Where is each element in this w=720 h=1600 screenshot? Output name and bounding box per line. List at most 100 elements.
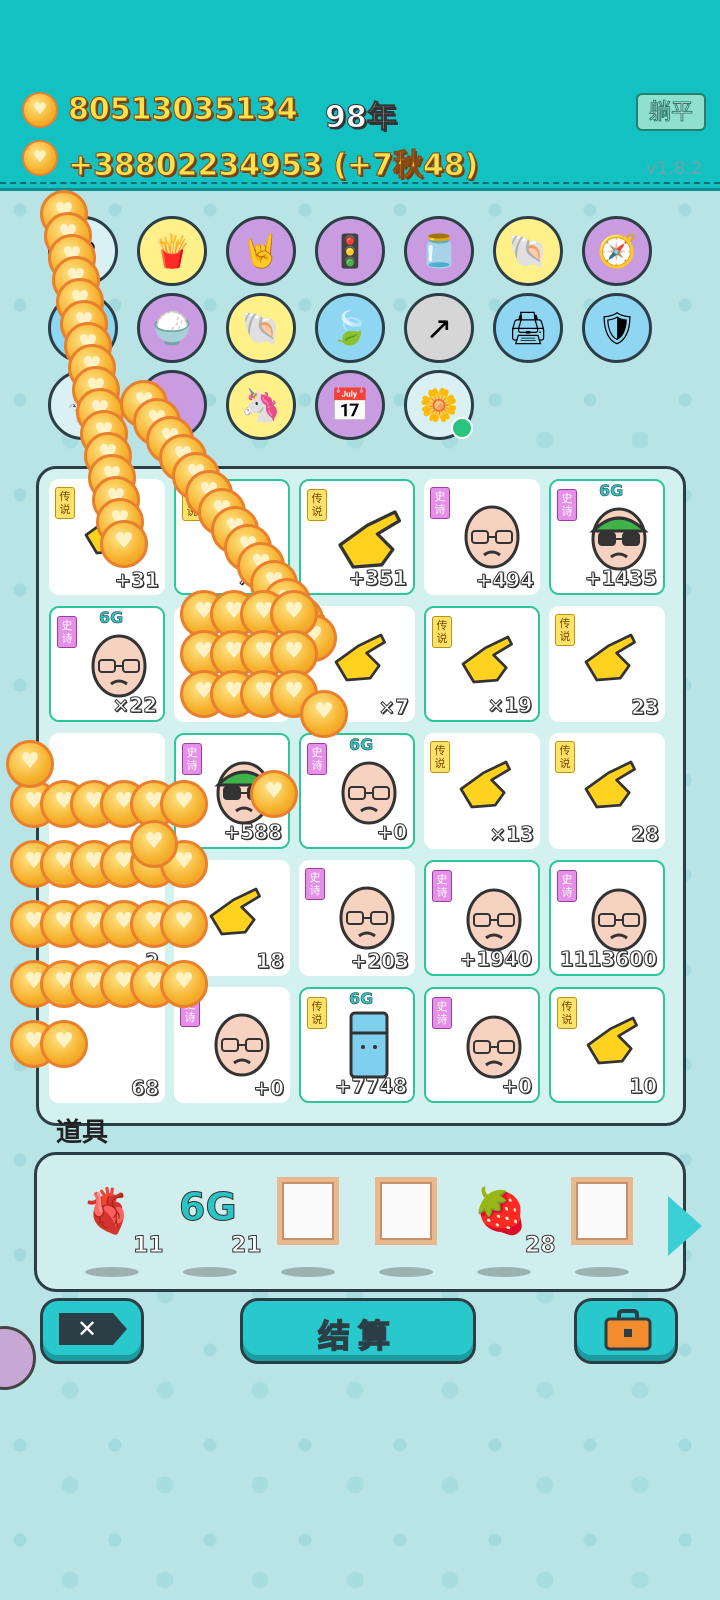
- rarity-tag: 史诗: [432, 870, 452, 902]
- cell-value: 68: [131, 1076, 160, 1101]
- item-frame[interactable]: [371, 1171, 441, 1277]
- item-shadow: [379, 1267, 433, 1277]
- upgrade-printer-icon[interactable]: 🖨: [493, 293, 563, 363]
- item-shadow: [85, 1267, 139, 1277]
- rarity-tag: 史诗: [307, 743, 327, 775]
- briefcase-icon: [604, 1309, 652, 1351]
- cell-value: 1113600: [559, 947, 657, 972]
- 6g-icon: 6G: [179, 1185, 238, 1230]
- upgrade-shell-icon[interactable]: 🐚: [226, 293, 296, 363]
- board-cell[interactable]: 史诗 6G +1435: [549, 479, 665, 595]
- rock-hand-icon: 🤘: [241, 232, 281, 270]
- upgrade-rice-bowl-icon[interactable]: 🍚: [137, 293, 207, 363]
- items-next-arrow-icon[interactable]: [668, 1196, 702, 1256]
- item-shadow: [477, 1267, 531, 1277]
- compass-icon: 🧭: [597, 232, 637, 270]
- board-cell[interactable]: 史诗 1113600: [549, 860, 665, 976]
- board-cell[interactable]: 史诗 +203: [299, 860, 415, 976]
- shield-wrench-icon: 🛡: [596, 309, 638, 347]
- rarity-tag: 史诗: [557, 870, 577, 902]
- rarity-tag: 史诗: [182, 743, 202, 775]
- svg-text:✕: ✕: [77, 1315, 97, 1343]
- close-tag-icon: ✕: [59, 1313, 127, 1345]
- board-cell[interactable]: 史诗 +1940: [424, 860, 540, 976]
- fries-icon: 🍟: [152, 232, 192, 270]
- cell-value: +0: [253, 1076, 285, 1101]
- upgrade-jar-icon[interactable]: 🫙: [404, 216, 474, 286]
- money-counter: 80513035134: [68, 92, 299, 128]
- rarity-tag: 传说: [307, 997, 327, 1029]
- face-icon: [454, 1009, 534, 1079]
- board-cell[interactable]: 史诗 +0: [424, 987, 540, 1103]
- upgrade-traffic-light-icon[interactable]: 🚦: [315, 216, 385, 286]
- close-button[interactable]: ✕: [40, 1298, 144, 1364]
- item-count: 11: [133, 1233, 165, 1259]
- cell-value: 18: [256, 949, 285, 974]
- item-6g[interactable]: 6G 21: [175, 1171, 262, 1277]
- cell-value: ×19: [487, 693, 533, 718]
- cell-value: +494: [475, 568, 535, 593]
- upgrade-shield-wrench-icon[interactable]: 🛡: [582, 293, 652, 363]
- upgrade-flower-pot-icon[interactable]: 🌼: [404, 370, 474, 440]
- board-cell[interactable]: 史诗 6G ×22: [49, 606, 165, 722]
- briefcase-button[interactable]: [574, 1298, 678, 1364]
- blank-icon: [77, 1007, 157, 1077]
- cell-value: +7748: [334, 1074, 407, 1099]
- cell-value: 28: [631, 822, 660, 847]
- upgrade-leaf-icon[interactable]: 🍃: [315, 293, 385, 363]
- jar-icon: 🫙: [419, 232, 459, 270]
- printer-icon: 🖨: [507, 309, 549, 347]
- item-liver[interactable]: 🫀 11: [77, 1171, 164, 1277]
- flat-button[interactable]: 躺平: [636, 93, 706, 131]
- board-cell[interactable]: 史诗 6G +0: [299, 733, 415, 849]
- board-cell[interactable]: 传说 28: [549, 733, 665, 849]
- upgrade-unicorn-icon[interactable]: 🦄: [226, 370, 296, 440]
- shell-icon: 🐚: [241, 309, 281, 347]
- items-label: 道具: [56, 1118, 109, 1148]
- item-frame[interactable]: [567, 1171, 637, 1277]
- board-cell[interactable]: 传说 23: [549, 606, 665, 722]
- flying-coin-icon: [160, 780, 208, 828]
- flower-pot-icon: 🌼: [419, 386, 459, 424]
- board-cell[interactable]: 传说 ×19: [424, 606, 540, 722]
- cell-value: ×22: [112, 693, 158, 718]
- item-lychee[interactable]: 🍓 28: [469, 1171, 556, 1277]
- board-cell[interactable]: 传说 +351: [299, 479, 415, 595]
- settle-label: 结算: [317, 1316, 398, 1356]
- upgrade-rock-hand-icon[interactable]: 🤘: [226, 216, 296, 286]
- cell-value: +0: [501, 1074, 533, 1099]
- empty-frame-icon: [277, 1177, 339, 1245]
- lychee-icon: 🍓: [473, 1186, 528, 1237]
- item-frame[interactable]: [273, 1171, 343, 1277]
- cell-value: +1940: [459, 947, 532, 972]
- face-icon: [79, 628, 159, 698]
- hand-big-icon: [329, 501, 409, 571]
- sixg-badge: 6G: [99, 608, 124, 628]
- upgrade-compass-icon[interactable]: 🧭: [582, 216, 652, 286]
- flying-coin-icon: [6, 740, 54, 788]
- upgrade-fries-icon[interactable]: 🍟: [137, 216, 207, 286]
- calendar-icon: 📅: [330, 386, 370, 424]
- flying-coin-icon: [160, 960, 208, 1008]
- upgrade-calendar-icon[interactable]: 📅: [315, 370, 385, 440]
- rarity-tag: 史诗: [57, 616, 77, 648]
- rarity-tag: 传说: [55, 487, 75, 519]
- upgrade-shell-icon[interactable]: 🐚: [493, 216, 563, 286]
- cell-value: +31: [114, 568, 160, 593]
- hand-icon: [577, 753, 657, 823]
- top-bar: 80513035134 98年 躺平 +38802234953 (+7秋48) …: [0, 0, 720, 191]
- cell-value: 10: [629, 1074, 658, 1099]
- board-cell[interactable]: 传说 6G +7748: [299, 987, 415, 1103]
- rarity-tag: 传说: [555, 614, 575, 646]
- hand-icon: [202, 880, 282, 950]
- items-tray: 🫀 11 6G 21 🍓 28: [34, 1152, 686, 1292]
- upgrade-arrow-up-right-icon[interactable]: ↗: [404, 293, 474, 363]
- board-cell[interactable]: 传说 ×13: [424, 733, 540, 849]
- rarity-tag: 传说: [557, 997, 577, 1029]
- liver-icon: 🫀: [81, 1186, 136, 1237]
- item-shadow: [183, 1267, 237, 1277]
- settle-button[interactable]: 结算: [240, 1298, 476, 1364]
- cell-value: +203: [350, 949, 410, 974]
- board-cell[interactable]: 史诗 +494: [424, 479, 540, 595]
- board-cell[interactable]: 传说 10: [549, 987, 665, 1103]
